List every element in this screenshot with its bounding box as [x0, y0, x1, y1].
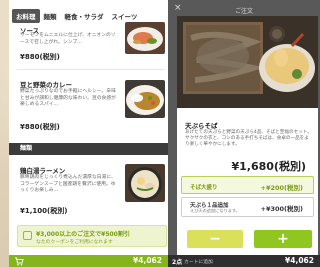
item-name: 豆と野菜のカレー — [20, 81, 72, 89]
plus-icon: + — [277, 231, 289, 247]
item-desc: 野菜たっぷりなのでお手軽にヘルシー。辛味と甘みが調和し健康的な味わい。豆の食感が… — [20, 89, 116, 107]
order-bar[interactable]: 2点 カートに追加 ¥4,062 — [168, 255, 320, 267]
order-title: ご注文 — [234, 8, 253, 15]
order-screen: × ご注文 天ぷらそば あげたての天ぷらと野菜の天ぷら4品、そばと至福のセット。… — [168, 0, 320, 267]
curry-dish-image — [125, 80, 165, 118]
dish-price: ¥1,680(税別) — [231, 160, 306, 173]
option-price: +¥300(税別) — [260, 205, 303, 213]
item-price: ¥1,100(税別) — [20, 207, 68, 215]
promo-sub-text: なたのクーポンをご利用になれます — [36, 240, 113, 245]
option-large-soba[interactable]: そば大盛り +¥200(税別) — [181, 176, 314, 194]
option-sub: えび天の追加になります。 — [190, 208, 240, 213]
cart-total: ¥4,062 — [133, 256, 162, 265]
salmon-dish-image — [125, 22, 165, 54]
menu-item-curry[interactable]: 豆と野菜のカレー 野菜たっぷりなのでお手軽にヘルシー。辛味と甘みが調和し健康的な… — [9, 70, 168, 142]
option-name: そば大盛り — [190, 185, 218, 191]
item-price: ¥880(税別) — [20, 123, 60, 131]
option-add-tempura[interactable]: 天ぷら１品追加 えび天の追加になります。 +¥300(税別) — [181, 197, 314, 217]
coupon-banner[interactable]: ¥3,000以上のご注文で¥500割引 なたのクーポンをご利用になれます — [17, 225, 167, 247]
option-price: +¥200(税別) — [260, 184, 303, 192]
dish-desc: あげたての天ぷらと野菜の天ぷら4品、そばと至福のセット。サクサクの衣と、コシのあ… — [185, 130, 312, 148]
decrease-quantity-button[interactable]: − — [187, 230, 243, 248]
minus-icon: − — [209, 231, 221, 247]
soba-tempura-image — [177, 16, 318, 108]
ramen-dish-image — [125, 164, 165, 202]
item-price: ¥880(税別) — [20, 53, 60, 61]
dish-name: 天ぷらそば — [185, 122, 218, 130]
cart-bar[interactable]: ¥4,062 — [9, 255, 168, 267]
add-to-cart-label: カートに追加 — [184, 260, 213, 265]
item-name: 鶏白湯ラーメン — [20, 167, 66, 175]
promo-main-text: ¥3,000以上のご注文で¥500割引 — [36, 231, 130, 238]
checkbox-icon[interactable] — [23, 231, 32, 240]
increase-quantity-button[interactable]: + — [254, 230, 312, 248]
section-header-noodles: 麺類 — [9, 143, 168, 155]
order-card: 天ぷらそば あげたての天ぷらと野菜の天ぷら4品、そばと至福のセット。サクサクの衣… — [177, 16, 318, 267]
menu-screen: お料理 麺類 軽食・サラダ スイーツ ソース サーモンをムニエルに仕上げ、オニオ… — [9, 0, 168, 267]
order-total: ¥4,062 — [285, 256, 314, 265]
menu-item-ramen[interactable]: 鶏白湯ラーメン 豚骨鶏肉をじっくり煮込んだ濃厚な白湯に、コラーゲンスープと国産鶏… — [9, 156, 168, 224]
menu-item-salmon[interactable]: ソース サーモンをムニエルに仕上げ、オニオンのソースで召し上がれ。シンプ... … — [9, 0, 168, 70]
item-desc: サーモンをムニエルに仕上げ、オニオンのソースで召し上がれ。シンプ... — [20, 33, 116, 45]
item-count: 2点 — [172, 259, 183, 266]
cart-icon — [15, 257, 24, 266]
item-desc: 豚骨鶏肉をじっくり煮込んだ濃厚な白湯に、コラーゲンスープと国産鶏を贅沢に使用。ゆ… — [20, 175, 116, 193]
